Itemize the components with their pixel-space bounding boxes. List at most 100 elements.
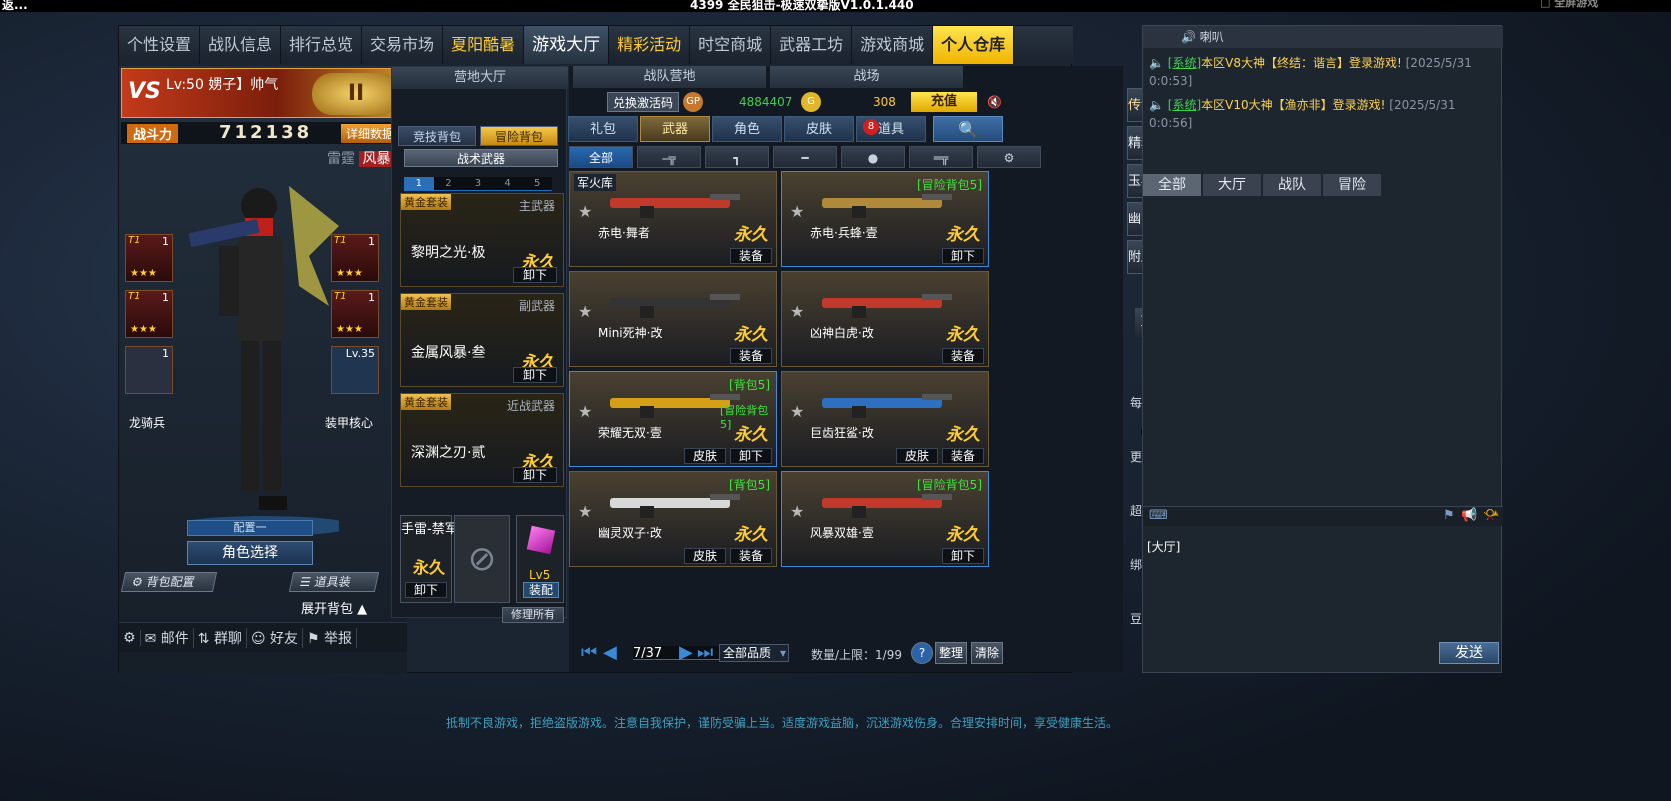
tactical-weapon-button[interactable]: 战术武器 (404, 149, 558, 167)
weapon-card[interactable]: [背包5] [冒险背包5] ★ 荣耀无双·壹 永久 皮肤 卸下 (569, 371, 777, 467)
chat-tab[interactable]: 全部 (1143, 174, 1201, 196)
nav-tab[interactable]: 游戏商城 (852, 26, 934, 64)
horn-icon[interactable]: 📯 (1483, 508, 1499, 523)
weapon-card[interactable]: ★ Mini死神·改 永久 装备 (569, 271, 777, 367)
equip-button[interactable]: 装备 (730, 548, 772, 564)
equip-button[interactable]: 装备 (942, 448, 984, 464)
fullscreen-toggle[interactable]: □ 全屏游戏 (1540, 0, 1598, 10)
category-grenade-icon[interactable]: ● (841, 146, 905, 168)
chat-tab[interactable]: 大厅 (1203, 174, 1261, 196)
gear-slot-core[interactable]: T1 1 ★★★ (331, 290, 379, 338)
send-button[interactable]: 发送 (1439, 642, 1499, 664)
category-sniper-icon[interactable]: ━ (773, 146, 837, 168)
pet-slot[interactable]: 1 (125, 346, 173, 394)
stance-storm[interactable]: 风暴 (359, 151, 394, 167)
weapon-card[interactable]: [冒险背包5] ★ 风暴双雄·壹 永久 卸下 (781, 471, 989, 567)
nav-tab[interactable]: 个性设置 (119, 26, 201, 64)
sort-button[interactable]: 整理 (935, 642, 967, 664)
gem-equip-button[interactable]: 装配 (523, 582, 559, 598)
items-button[interactable]: ☰ 道具装 (288, 572, 380, 592)
camp-hall-tab[interactable]: 营地大厅 (392, 67, 568, 89)
bag-page-tab[interactable]: 5 (522, 177, 552, 190)
gem-slot[interactable]: Lv5 装配 (516, 515, 564, 603)
redeem-code-button[interactable]: 兑换激活码 (607, 92, 679, 112)
expand-bag-button[interactable]: 展开背包 ▲ (301, 598, 367, 617)
bag-page-tab[interactable]: 1 (404, 177, 434, 190)
category-rifle-icon[interactable]: ⎯╦ (637, 146, 701, 168)
voice-icon[interactable]: 📢 (1461, 508, 1477, 523)
category-all[interactable]: 全部 (569, 146, 633, 168)
armor-core-slot[interactable]: Lv.35 (331, 346, 379, 394)
first-page-icon[interactable]: ⏮ (581, 642, 597, 663)
weapon-card[interactable]: ★ 凶神白虎·改 永久 装备 (781, 271, 989, 367)
topup-button[interactable]: 充值 (911, 92, 977, 112)
weapon-slot[interactable]: 黄金套装 副武器 金属风暴·叁 永久 卸下 (400, 293, 564, 387)
nav-tab[interactable]: 战队信息 (200, 26, 282, 64)
category-pistol-icon[interactable]: ┓ (705, 146, 769, 168)
favorite-star-icon[interactable]: ★ (790, 402, 804, 421)
next-page-icon[interactable]: ▶ (679, 642, 693, 663)
weapon-slot[interactable]: 黄金套装 主武器 黎明之光·极 永久 卸下 (400, 193, 564, 287)
adventure-bag-tab[interactable]: 冒险背包 (480, 126, 558, 146)
chat-tab[interactable]: 冒险 (1323, 174, 1381, 196)
bag-config-button[interactable]: ⚙ 背包配置 (120, 572, 218, 592)
stance-switch[interactable]: 雷霆 风暴 (327, 148, 394, 168)
favorite-star-icon[interactable]: ★ (578, 402, 592, 421)
config-selector[interactable]: 配置一 (187, 520, 313, 536)
role-select-button[interactable]: 角色选择 (187, 541, 313, 565)
grenade-slot[interactable]: 手雷-禁军 永久 卸下 (400, 515, 458, 603)
unload-button[interactable]: 卸下 (730, 448, 772, 464)
repair-all-button[interactable]: 修理所有 (502, 607, 564, 623)
unload-button[interactable]: 卸下 (942, 248, 984, 264)
sound-icon[interactable]: 🔇 (987, 92, 1002, 112)
favorite-star-icon[interactable]: ★ (790, 202, 804, 221)
skin-button[interactable]: 皮肤 (684, 548, 726, 564)
competitive-bag-tab[interactable]: 竞技背包 (398, 126, 476, 146)
footer-group-chat[interactable]: ⇅ 群聊 (194, 627, 247, 648)
nav-tab[interactable]: 武器工坊 (771, 26, 853, 64)
weapon-card[interactable]: [冒险背包5] ★ 赤电·兵蜂·壹 永久 卸下 (781, 171, 989, 267)
weapon-card[interactable]: [背包5] ★ 幽灵双子·改 永久 皮肤 装备 (569, 471, 777, 567)
unload-button[interactable]: 卸下 (942, 548, 984, 564)
chat-tab[interactable]: 战队 (1263, 174, 1321, 196)
last-page-icon[interactable]: ⏭ (697, 642, 713, 663)
bag-page-tab[interactable]: 2 (434, 177, 464, 190)
chat-input[interactable]: [大厅] (1147, 538, 1180, 555)
bag-page-tab[interactable]: 4 (493, 177, 523, 190)
favorite-star-icon[interactable]: ★ (578, 202, 592, 221)
warehouse-tab[interactable]: 礼包 (568, 116, 638, 142)
gear-slot-mask[interactable]: T1 1 ★★★ (331, 234, 379, 282)
keyboard-icon[interactable]: ⌨ (1149, 508, 1168, 523)
settings-icon[interactable]: ⚙ (119, 629, 141, 646)
warehouse-tab[interactable]: 道具 8 (856, 116, 926, 142)
warehouse-tab[interactable]: 角色 (712, 116, 782, 142)
favorite-star-icon[interactable]: ★ (790, 502, 804, 521)
footer-report[interactable]: ⚑ 举报 (303, 627, 357, 648)
unload-button[interactable]: 卸下 (513, 367, 557, 383)
equip-button[interactable]: 装备 (730, 348, 772, 364)
favorite-star-icon[interactable]: ★ (790, 302, 804, 321)
unload-button[interactable]: 卸下 (513, 467, 557, 483)
gear-slot-weapon[interactable]: T1 1 ★★★ (125, 290, 173, 338)
footer-mail[interactable]: ✉ 邮件 (141, 627, 194, 648)
equip-button[interactable]: 装备 (942, 348, 984, 364)
clear-button[interactable]: 清除 (971, 642, 1003, 664)
quality-select[interactable]: 全部品质 ▾ (719, 644, 789, 662)
nav-tab[interactable]: 交易市场 (362, 26, 444, 64)
stance-thunder[interactable]: 雷霆 (327, 151, 355, 167)
channel-icon[interactable]: ⚑ (1443, 508, 1455, 523)
weapon-card[interactable]: 军火库 ★ 赤电·舞者 永久 装备 (569, 171, 777, 267)
nav-tab[interactable]: 游戏大厅 (524, 26, 610, 64)
gear-slot-helmet[interactable]: T1 1 ★★★ (125, 234, 173, 282)
skin-button[interactable]: 皮肤 (896, 448, 938, 464)
prev-page-icon[interactable]: ◀ (603, 642, 617, 663)
nav-tab[interactable]: 个人仓库 (933, 26, 1015, 64)
nav-tab[interactable]: 夏阳酷暑 (443, 26, 525, 64)
category-shotgun-icon[interactable]: ═╦ (909, 146, 973, 168)
favorite-star-icon[interactable]: ★ (578, 302, 592, 321)
nav-tab[interactable]: 时空商城 (690, 26, 772, 64)
nav-tab[interactable]: 排行总览 (281, 26, 363, 64)
warehouse-tab[interactable]: 皮肤 (784, 116, 854, 142)
search-icon[interactable]: 🔍 (933, 116, 1003, 142)
warehouse-tab[interactable]: 武器 (640, 116, 710, 142)
